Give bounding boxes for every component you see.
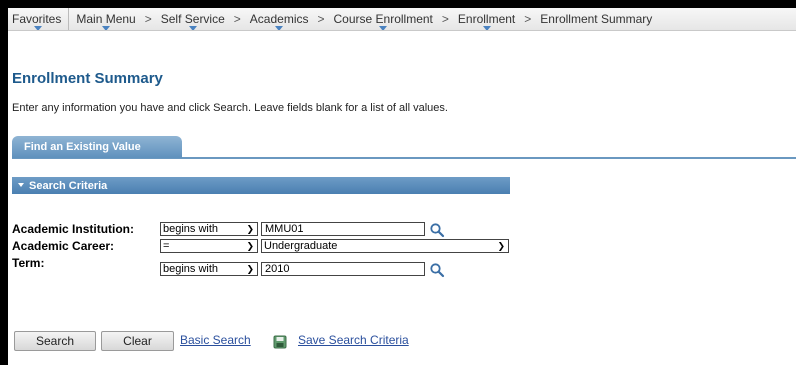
- clear-button[interactable]: Clear: [101, 331, 174, 351]
- breadcrumb-separator: >: [524, 12, 532, 26]
- chevron-down-icon: [102, 26, 111, 30]
- search-criteria-header[interactable]: Search Criteria: [12, 177, 510, 194]
- save-icon[interactable]: [273, 335, 287, 349]
- chevron-down-icon: [379, 26, 388, 30]
- chevron-down-icon: ❯: [246, 224, 254, 234]
- chevron-down-icon: [188, 26, 197, 30]
- breadcrumb-separator: >: [233, 12, 241, 26]
- tab-find-existing-value[interactable]: Find an Existing Value: [12, 136, 182, 158]
- page-instructions: Enter any information you have and click…: [12, 102, 448, 114]
- chevron-down-icon: ❯: [497, 241, 505, 251]
- select-value: begins with: [163, 223, 219, 235]
- chevron-down-icon: [34, 26, 43, 30]
- breadcrumb-label: Main Menu: [76, 12, 136, 26]
- breadcrumb-separator: >: [144, 12, 152, 26]
- select-value: =: [163, 240, 170, 252]
- breadcrumb-enrollment[interactable]: Enrollment: [451, 8, 522, 30]
- career-label: Academic Career:: [12, 239, 115, 253]
- page-title: Enrollment Summary: [12, 70, 163, 87]
- term-label: Term:: [12, 256, 45, 270]
- frame-top: [0, 0, 796, 8]
- breadcrumb-label: Course Enrollment: [333, 12, 433, 26]
- breadcrumb-separator: >: [317, 12, 325, 26]
- magnifier-icon[interactable]: [429, 222, 445, 238]
- institution-input[interactable]: MMU01: [261, 222, 425, 236]
- career-value-select[interactable]: Undergraduate ❯: [261, 239, 509, 253]
- select-value: Undergraduate: [264, 240, 338, 252]
- select-value: begins with: [163, 263, 219, 275]
- save-search-criteria-link[interactable]: Save Search Criteria: [298, 333, 409, 347]
- breadcrumb-academics[interactable]: Academics: [243, 8, 316, 30]
- breadcrumb-label: Enrollment: [457, 12, 516, 26]
- breadcrumb-favorites[interactable]: Favorites: [8, 8, 70, 30]
- chevron-down-icon: ❯: [246, 264, 254, 274]
- search-button[interactable]: Search: [14, 331, 96, 351]
- breadcrumb-separator: >: [441, 12, 449, 26]
- chevron-down-icon: [275, 26, 284, 30]
- basic-search-link[interactable]: Basic Search: [180, 333, 251, 347]
- term-row: Term: begins with ❯ 2010: [12, 255, 512, 278]
- term-operator-select[interactable]: begins with ❯: [160, 262, 258, 276]
- chevron-down-icon: [482, 26, 491, 30]
- magnifier-icon[interactable]: [429, 262, 445, 278]
- breadcrumb: Favorites Main Menu > Self Service > Aca…: [8, 8, 796, 31]
- collapse-icon: [18, 182, 24, 187]
- term-input[interactable]: 2010: [261, 262, 425, 276]
- breadcrumb-label: Favorites: [12, 12, 62, 26]
- career-row: Academic Career: = ❯ Undergraduate ❯: [12, 238, 522, 254]
- chevron-down-icon: ❯: [246, 241, 254, 251]
- institution-row: Academic Institution: begins with ❯ MMU0…: [12, 221, 512, 238]
- breadcrumb-label: Self Service: [160, 12, 225, 26]
- section-title: Search Criteria: [29, 179, 108, 192]
- breadcrumb-enrollment-summary[interactable]: Enrollment Summary: [533, 8, 659, 30]
- breadcrumb-self-service[interactable]: Self Service: [154, 8, 232, 30]
- career-operator-select[interactable]: = ❯: [160, 239, 258, 253]
- breadcrumb-main-menu[interactable]: Main Menu: [69, 8, 142, 30]
- breadcrumb-label: Academics: [249, 12, 309, 26]
- institution-label: Academic Institution:: [12, 222, 135, 236]
- institution-operator-select[interactable]: begins with ❯: [160, 222, 258, 236]
- breadcrumb-label: Enrollment Summary: [540, 12, 653, 26]
- breadcrumb-course-enrollment[interactable]: Course Enrollment: [327, 8, 440, 30]
- frame-left: [0, 0, 8, 365]
